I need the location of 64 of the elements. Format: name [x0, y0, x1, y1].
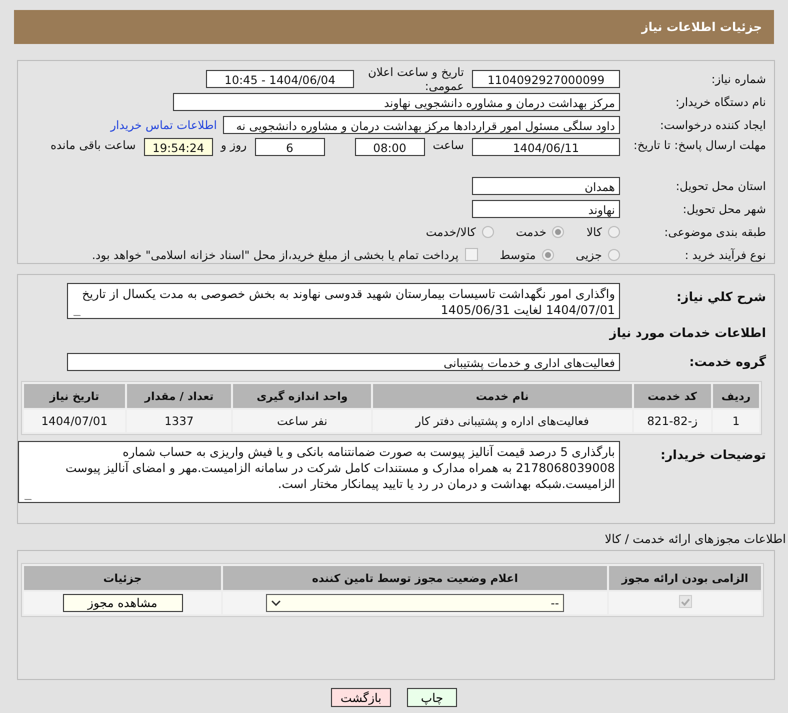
remaining-time-field: 19:54:24	[144, 138, 213, 156]
field-label: گروه خدمت:	[688, 354, 767, 369]
column-header: جزئیات	[24, 566, 221, 590]
field-label: نام دستگاه خریدار:	[674, 94, 767, 108]
table-cell: ز-82-821	[634, 410, 711, 432]
table-cell: 1404/07/01	[24, 410, 125, 432]
radio-label: کالا/خدمت	[426, 224, 476, 238]
radio-label: متوسط	[500, 248, 536, 262]
buyer-contact-link[interactable]: اطلاعات تماس خریدار	[110, 118, 217, 132]
column-header: اعلام وضعیت مجوز توسط تامین کننده	[223, 566, 607, 590]
field-label: مهلت ارسال پاسخ: تا تاریخ:	[632, 138, 767, 152]
print-button[interactable]: چاپ	[407, 688, 457, 707]
column-header: تعداد / مقدار	[126, 384, 232, 408]
field-label: شهر محل تحویل:	[682, 202, 767, 216]
province-field: همدان	[472, 176, 620, 194]
buyer-org-field: مرکز بهداشت درمان و مشاوره دانشجویی نهاوند	[173, 92, 620, 110]
section-heading: اطلاعات خدمات مورد نیاز	[608, 324, 767, 342]
checkbox[interactable]	[464, 248, 478, 261]
field-label: نوع فرآیند خرید :	[684, 248, 767, 262]
days-label: روز و	[219, 138, 248, 152]
radio-button[interactable]	[482, 226, 494, 238]
back-button[interactable]: بازگشت	[331, 688, 391, 707]
field-label: ایجاد کننده درخواست:	[659, 118, 767, 132]
radio-label: کالا	[586, 224, 602, 238]
city-field: نهاوند	[472, 200, 620, 218]
status-dropdown[interactable]: --	[266, 594, 564, 612]
field-label: تاریخ و ساعت اعلان عمومی:	[366, 64, 465, 92]
need-number-field: 1104092927000099	[472, 70, 620, 88]
announce-date-field: 1404/06/04 - 10:45	[206, 70, 354, 88]
radio-button[interactable]	[542, 248, 554, 260]
column-header: تاریخ نیاز	[24, 384, 125, 408]
radio-label: جزیی	[576, 248, 602, 262]
chevron-down-icon	[271, 600, 281, 606]
field-label: شماره نیاز:	[710, 72, 767, 86]
table-cell: 1337	[126, 410, 232, 432]
buyer-notes-textarea[interactable]: بارگذاری 5 درصد قیمت آنالیز پیوست به صورت ضمانتنامه بانکی و یا فیش واریزی به حساب شماره 2178068039008 به همراه مدارک و مستندات کامل شرکت در سامانه الزامیست.مهر و امضای آنالیز پیوست الزامیست.شبکه بهداشت و درمان در رد یا تایید پیمانکار مختار است.	[18, 441, 620, 503]
field-label: شرح کلي نياز:	[676, 288, 767, 304]
radio-button[interactable]	[552, 226, 564, 238]
field-label: طبقه بندی موضوعی:	[663, 224, 767, 238]
description-textarea[interactable]: واگذاری امور نگهداشت تاسیسات بیمارستان شهید قدوسی نهاوند به بخش خصوصی به مدت یکسال از تاریخ 1404/07/01 لغایت 1405/06/31	[67, 283, 620, 319]
table-cell: فعالیت‌های اداره و پشتیبانی دفتر کار	[372, 410, 632, 432]
checkbox-label: پرداخت تمام یا بخشی از مبلغ خرید،از محل "اسناد خزانه اسلامی" خواهد بود.	[92, 248, 459, 262]
deadline-date-field: 1404/06/11	[472, 138, 620, 156]
column-header: نام خدمت	[372, 384, 632, 408]
table-cell: نفر ساعت	[233, 410, 371, 432]
radio-button[interactable]	[608, 226, 620, 238]
column-header: کد خدمت	[634, 384, 711, 408]
column-header: واحد اندازه گیری	[233, 384, 371, 408]
column-header: ردیف	[712, 384, 759, 408]
page-title: جزئیات اطلاعات نیاز	[641, 20, 762, 34]
time-label: ساعت	[432, 138, 465, 152]
field-label: استان محل تحویل:	[674, 178, 767, 192]
table-cell: 1	[712, 410, 759, 432]
radio-button[interactable]	[608, 248, 620, 260]
field-label: توضیحات خریدار:	[659, 446, 767, 462]
section-title: اطلاعات مجوزهای ارائه خدمت / کالا	[604, 531, 787, 548]
service-group-field: فعالیت‌های اداری و خدمات پشتیبانی	[67, 352, 620, 370]
deadline-time-field: 08:00	[354, 138, 425, 156]
requester-field: داود سلگی مسئول امور قراردادها مرکز بهداشت درمان و مشاوره دانشجویی نه	[223, 116, 620, 134]
radio-label: خدمت	[516, 224, 546, 238]
view-permit-button[interactable]: مشاهده مجوز	[62, 594, 182, 612]
remaining-label: ساعت باقی مانده	[50, 138, 137, 152]
column-header: الزامی بودن ارائه مجوز	[609, 566, 761, 590]
days-field: 6	[254, 138, 325, 156]
